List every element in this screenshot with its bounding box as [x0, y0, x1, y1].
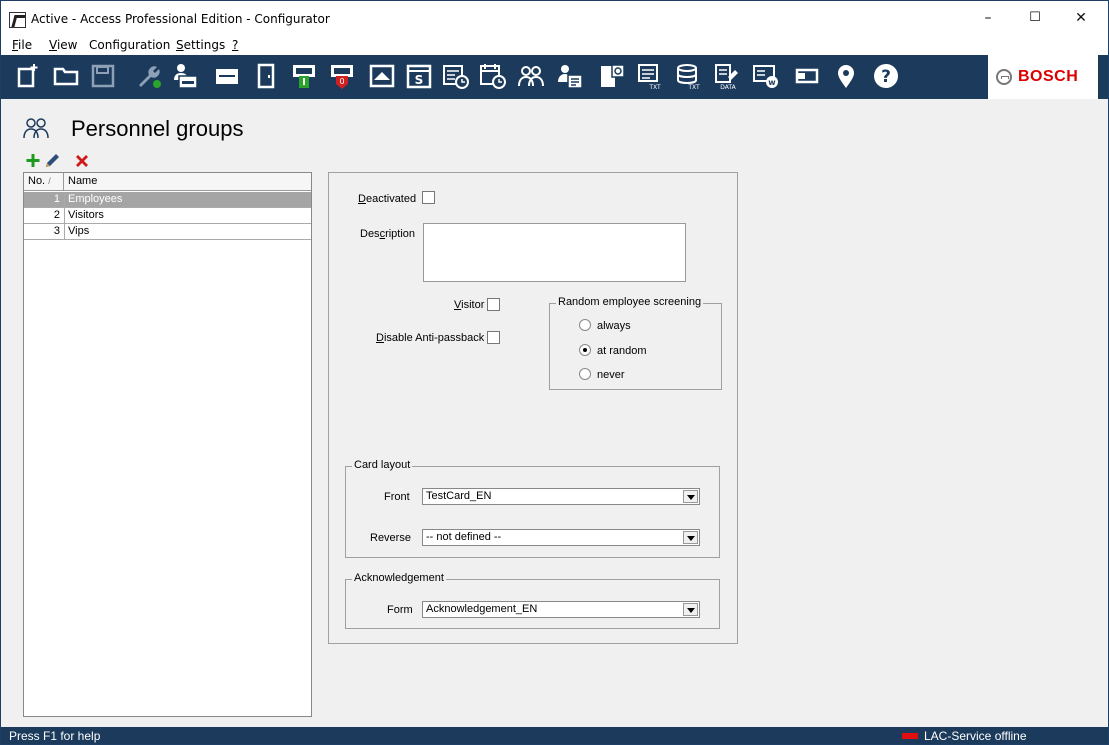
visitor-label: Visitor: [454, 299, 485, 311]
maximize-button[interactable]: ☐: [1012, 1, 1058, 35]
description-field[interactable]: [423, 223, 686, 282]
radio-never-label: never: [597, 369, 625, 381]
svg-text:S: S: [415, 73, 424, 87]
main-toolbar: 0 S TXT TXT DATA w ? BOSCH: [1, 55, 1108, 99]
menu-file[interactable]: File: [12, 38, 32, 52]
status-bar: Press F1 for help LAC-Service offline: [1, 727, 1108, 744]
form-select[interactable]: Acknowledgement_EN: [422, 601, 700, 618]
svg-text:TXT: TXT: [687, 84, 700, 90]
personnel-groups-list[interactable]: No. / Name 1 Employees 2 Visitors 3 Vips: [23, 172, 312, 717]
bosch-armature-icon: [996, 69, 1012, 85]
personnel-groups-icon: [23, 118, 49, 139]
window-title: Active - Access Professional Edition - C…: [31, 12, 330, 26]
wrench-icon[interactable]: [134, 62, 162, 90]
column-header-no[interactable]: No. /: [24, 173, 64, 190]
add-icon[interactable]: [24, 152, 42, 169]
random-screening-title: Random employee screening: [556, 296, 704, 308]
row-number: 2: [53, 209, 60, 221]
reverse-label: Reverse: [370, 532, 411, 544]
save-icon[interactable]: [89, 62, 117, 90]
chevron-down-icon[interactable]: [683, 603, 698, 616]
service-status-icon: [902, 733, 918, 739]
svg-text:w: w: [768, 78, 776, 87]
radio-always-label: always: [597, 320, 631, 332]
radio-always[interactable]: [579, 319, 591, 331]
title-bar: Active - Access Professional Edition - C…: [1, 1, 1108, 35]
reverse-select-value: -- not defined --: [426, 531, 502, 543]
menu-bar: File View Configuration Settings ?: [1, 35, 1108, 55]
menu-help[interactable]: ?: [232, 38, 238, 52]
minimize-button[interactable]: –: [965, 1, 1011, 35]
personnel-groups-icon[interactable]: [517, 62, 545, 90]
front-select[interactable]: TestCard_EN: [422, 488, 700, 505]
form-label: Form: [387, 604, 413, 616]
menu-view[interactable]: View: [49, 38, 77, 52]
row-number: 1: [53, 193, 60, 205]
reverse-select[interactable]: -- not defined --: [422, 529, 700, 546]
list-item[interactable]: 3 Vips: [24, 224, 311, 240]
door-model-icon[interactable]: [598, 62, 626, 90]
column-header-name[interactable]: Name: [68, 173, 97, 190]
list-header: No. / Name: [24, 173, 311, 191]
svg-text:0: 0: [339, 77, 344, 86]
form-select-value: Acknowledgement_EN: [426, 603, 538, 615]
application-window: Active - Access Professional Edition - C…: [0, 0, 1109, 745]
deactivated-label: Deactivated: [358, 193, 417, 205]
disable-anti-passback-label: Disable Anti-passback: [376, 332, 485, 344]
card-print-icon[interactable]: w: [752, 62, 780, 90]
calendar-time-icon[interactable]: [479, 62, 507, 90]
door-icon[interactable]: [252, 62, 280, 90]
exit-display-icon[interactable]: 0: [328, 62, 356, 90]
reader-icon[interactable]: [793, 62, 821, 90]
card-reader-icon[interactable]: [213, 62, 241, 90]
list-item[interactable]: 1 Employees: [24, 192, 311, 208]
row-name: Visitors: [68, 209, 104, 221]
front-label: Front: [384, 491, 410, 503]
row-name: Employees: [68, 193, 123, 205]
area-icon[interactable]: [368, 62, 396, 90]
open-folder-icon[interactable]: [52, 62, 80, 90]
card-layout-title: Card layout: [352, 459, 413, 471]
acknowledgement-title: Acknowledgement: [352, 572, 446, 584]
deactivated-checkbox[interactable]: [422, 191, 435, 204]
radio-never[interactable]: [579, 368, 591, 380]
menu-configuration[interactable]: Configuration: [89, 38, 170, 52]
radio-at-random-label: at random: [597, 345, 647, 357]
bosch-logo: BOSCH: [988, 55, 1098, 99]
chevron-down-icon[interactable]: [683, 490, 698, 503]
person-card-id-icon[interactable]: [556, 62, 584, 90]
report-text-icon[interactable]: TXT: [636, 62, 664, 90]
svg-text:?: ?: [881, 67, 891, 87]
entry-display-icon[interactable]: [290, 62, 318, 90]
row-name: Vips: [68, 225, 90, 237]
brand-name: BOSCH: [1018, 68, 1079, 85]
delete-icon[interactable]: [73, 152, 91, 169]
database-data-icon[interactable]: DATA: [712, 62, 740, 90]
help-icon[interactable]: ?: [872, 62, 900, 90]
status-help-text: Press F1 for help: [9, 729, 101, 743]
description-label: Description: [360, 228, 416, 240]
list-item[interactable]: 2 Visitors: [24, 208, 311, 224]
new-icon[interactable]: [14, 62, 42, 90]
disable-anti-passback-checkbox[interactable]: [487, 331, 500, 344]
page-title: Personnel groups: [71, 116, 244, 141]
chevron-down-icon[interactable]: [683, 531, 698, 544]
edit-icon[interactable]: [43, 152, 61, 169]
visitor-checkbox[interactable]: [487, 298, 500, 311]
time-model-icon[interactable]: [442, 62, 470, 90]
close-button[interactable]: ✕: [1058, 1, 1104, 35]
database-text-icon[interactable]: TXT: [675, 62, 703, 90]
menu-settings[interactable]: Settings: [176, 38, 225, 52]
front-select-value: TestCard_EN: [426, 490, 492, 502]
service-status-text: LAC-Service offline: [924, 729, 1027, 743]
svg-text:TXT: TXT: [648, 84, 661, 90]
radio-at-random[interactable]: [579, 344, 591, 356]
sort-indicator: /: [48, 176, 51, 186]
person-card-icon[interactable]: [171, 62, 199, 90]
row-number: 3: [53, 225, 60, 237]
location-icon[interactable]: [832, 62, 860, 90]
schedule-icon[interactable]: S: [405, 62, 433, 90]
app-icon: [9, 12, 26, 28]
svg-text:DATA: DATA: [720, 84, 736, 90]
